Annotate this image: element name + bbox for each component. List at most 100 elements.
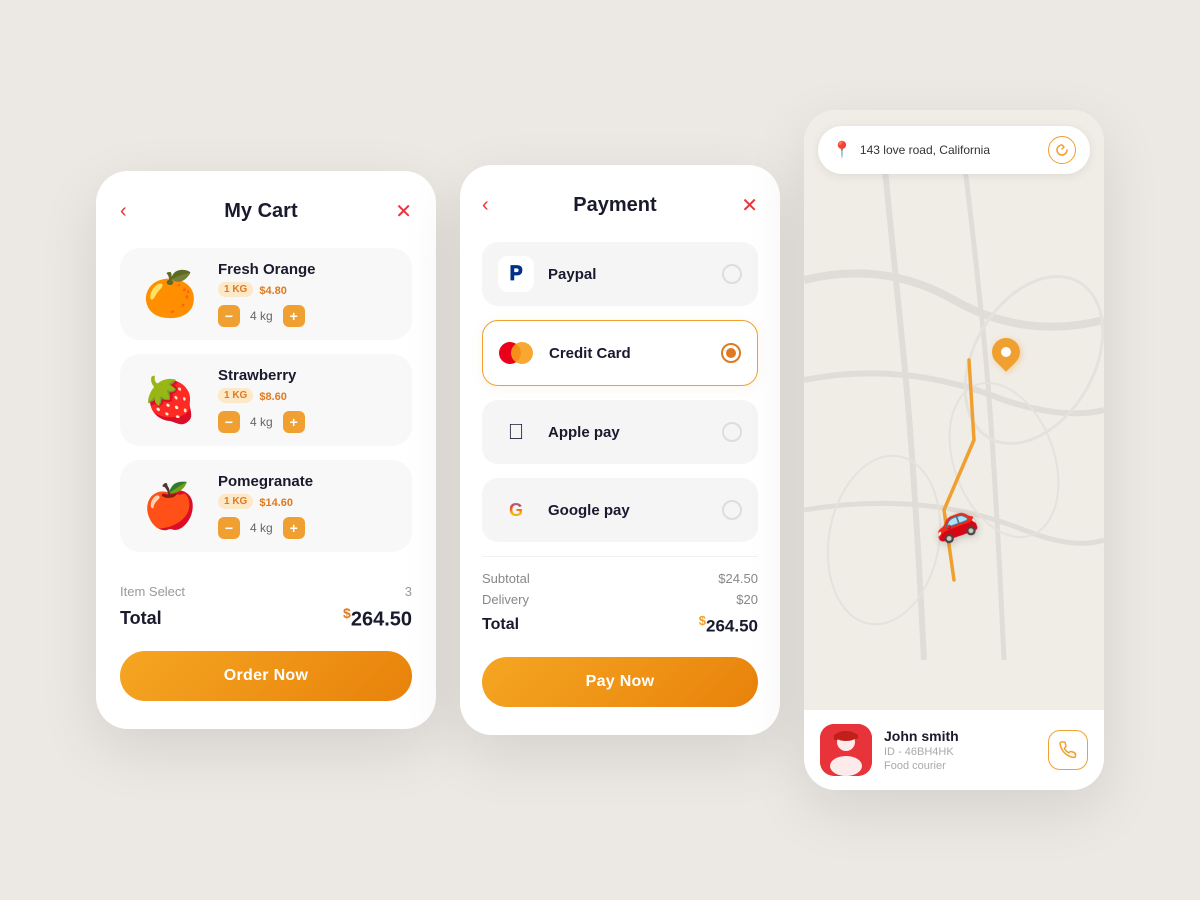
driver-id: ID - 46BH4HK [884,746,1036,758]
google-icon: G [509,500,523,521]
qty-control: − 4 kg + [218,305,398,327]
item-price: $8.60 [259,388,287,403]
subtotal-value: $24.50 [718,571,758,586]
item-image: 🍎 [134,470,206,542]
phone-icon [1059,741,1077,759]
call-driver-button[interactable] [1048,730,1088,770]
item-meta: 1 KG $4.80 [218,282,398,297]
qty-control: − 4 kg + [218,517,398,539]
delivery-row: Delivery $20 [482,592,758,607]
payment-total-row: Total $264.50 [482,613,758,637]
map-refresh-button[interactable] [1048,136,1076,164]
credit-card-option[interactable]: Credit Card [482,320,758,386]
total-amount: $264.50 [343,605,412,632]
google-pay-logo: G [498,492,534,528]
item-count: 3 [405,584,412,599]
driver-info: John smith ID - 46BH4HK Food courier [884,728,1036,772]
delivery-route [804,110,1104,710]
order-now-button[interactable]: Order Now [120,651,412,701]
map-address-text: 143 love road, California [860,143,1040,157]
total-row: Total $264.50 [120,605,412,632]
apple-pay-label: Apple pay [548,424,722,441]
payment-total-amount: $264.50 [699,613,758,637]
kg-badge: 1 KG [218,388,253,403]
driver-avatar-image [820,724,872,776]
paypal-icon: 𝐏 [509,263,523,286]
qty-value: 4 kg [250,309,273,323]
qty-decrease-btn[interactable]: − [218,305,240,327]
subtotal-row: Subtotal $24.50 [482,571,758,586]
paypal-logo: 𝐏 [498,256,534,292]
mc-yellow-circle [511,342,533,364]
google-pay-label: Google pay [548,502,722,519]
driver-name: John smith [884,728,1036,744]
apple-icon:  [508,419,525,445]
cart-footer: Item Select 3 Total $264.50 Order Now [120,570,412,702]
payment-summary: Subtotal $24.50 Delivery $20 Total $264.… [482,556,758,637]
payment-total-label: Total [482,616,519,634]
cart-title: My Cart [224,200,297,223]
cart-items-list: 🍊 Fresh Orange 1 KG $4.80 − 4 kg + 🍓 [120,248,412,552]
qty-value: 4 kg [250,521,273,535]
qty-decrease-btn[interactable]: − [218,411,240,433]
driver-role: Food courier [884,760,1036,772]
paypal-label: Paypal [548,266,722,283]
pay-now-button[interactable]: Pay Now [482,657,758,707]
item-info: Fresh Orange 1 KG $4.80 − 4 kg + [218,261,398,327]
map-area: 📍 143 love road, California [804,110,1104,710]
apple-pay-logo:  [498,414,534,450]
item-meta: 1 KG $14.60 [218,494,398,509]
item-name: Strawberry [218,367,398,384]
item-image: 🍊 [134,258,206,330]
item-meta: 1 KG $8.60 [218,388,398,403]
payment-screen: ‹ Payment ✕ 𝐏 Paypal Credit Card [460,165,780,735]
qty-decrease-btn[interactable]: − [218,517,240,539]
google-pay-option[interactable]: G Google pay [482,478,758,542]
mastercard-icon [499,341,535,365]
driver-panel: John smith ID - 46BH4HK Food courier [804,710,1104,790]
item-name: Pomegranate [218,473,398,490]
qty-value: 4 kg [250,415,273,429]
qty-control: − 4 kg + [218,411,398,433]
kg-badge: 1 KG [218,282,253,297]
credit-card-radio[interactable] [721,343,741,363]
cart-item: 🍊 Fresh Orange 1 KG $4.80 − 4 kg + [120,248,412,340]
qty-increase-btn[interactable]: + [283,411,305,433]
google-pay-radio[interactable] [722,500,742,520]
apple-pay-radio[interactable] [722,422,742,442]
cart-screen: ‹ My Cart ✕ 🍊 Fresh Orange 1 KG $4.80 − … [96,171,436,730]
delivery-screen: 📍 143 love road, California [804,110,1104,790]
cart-header: ‹ My Cart ✕ [120,199,412,224]
paypal-option[interactable]: 𝐏 Paypal [482,242,758,306]
qty-increase-btn[interactable]: + [283,517,305,539]
driver-avatar [820,724,872,776]
credit-card-label: Credit Card [549,345,721,362]
paypal-radio[interactable] [722,264,742,284]
payment-dollar: $ [699,613,706,628]
qty-increase-btn[interactable]: + [283,305,305,327]
item-info: Pomegranate 1 KG $14.60 − 4 kg + [218,473,398,539]
kg-badge: 1 KG [218,494,253,509]
item-price: $14.60 [259,494,293,509]
cart-item: 🍎 Pomegranate 1 KG $14.60 − 4 kg + [120,460,412,552]
item-image: 🍓 [134,364,206,436]
item-select-row: Item Select 3 [120,584,412,599]
total-label: Total [120,608,162,629]
item-select-label: Item Select [120,584,185,599]
cart-close-button[interactable]: ✕ [395,199,412,224]
refresh-icon [1055,143,1069,157]
map-address-bar: 📍 143 love road, California [818,126,1090,174]
cart-back-button[interactable]: ‹ [120,200,127,223]
delivery-value: $20 [736,592,758,607]
dollar-sign: $ [343,605,351,621]
item-price: $4.80 [259,282,287,297]
item-info: Strawberry 1 KG $8.60 − 4 kg + [218,367,398,433]
location-pin-icon: 📍 [832,140,852,160]
payment-back-button[interactable]: ‹ [482,194,489,217]
item-name: Fresh Orange [218,261,398,278]
delivery-label: Delivery [482,592,529,607]
cart-item: 🍓 Strawberry 1 KG $8.60 − 4 kg + [120,354,412,446]
payment-header: ‹ Payment ✕ [482,193,758,218]
apple-pay-option[interactable]:  Apple pay [482,400,758,464]
payment-close-button[interactable]: ✕ [741,193,758,218]
